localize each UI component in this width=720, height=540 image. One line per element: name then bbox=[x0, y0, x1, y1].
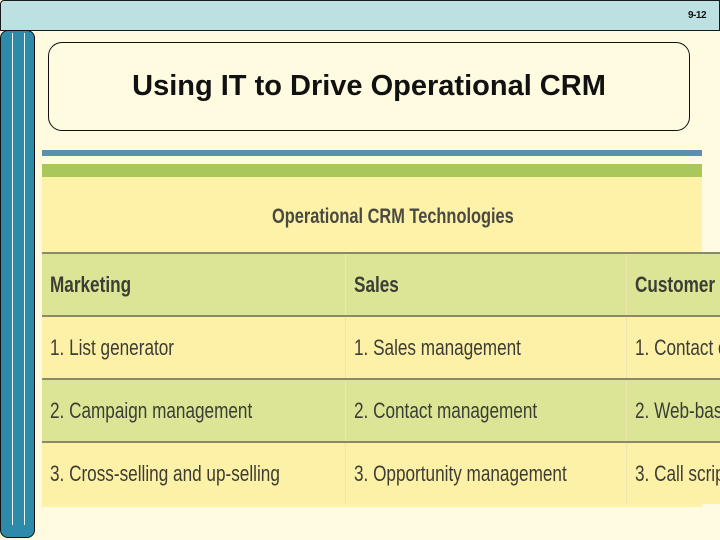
table-row: 1. List generator 1. Sales management 1.… bbox=[42, 316, 720, 379]
left-bar-stripe bbox=[12, 33, 13, 525]
cell-text: 2. Campaign management bbox=[50, 397, 253, 423]
figure-title: Operational CRM Technologies bbox=[272, 205, 514, 228]
column-header-label: Marketing bbox=[50, 271, 132, 297]
cell-text: 2. Contact management bbox=[353, 397, 537, 423]
table-row: 3. Cross-selling and up-selling 3. Oppor… bbox=[42, 442, 720, 504]
table-cell: 3. Call scripting bbox=[626, 442, 720, 504]
green-divider-rule bbox=[42, 164, 702, 177]
table-row: 2. Campaign management 2. Contact manage… bbox=[42, 379, 720, 442]
slide-number: 9-12 bbox=[687, 10, 707, 21]
cell-text: 1. Sales management bbox=[353, 334, 521, 360]
cell-text: 3. Call scripting bbox=[635, 460, 720, 486]
table-cell: 3. Opportunity management bbox=[344, 442, 627, 504]
column-header-sales: Sales bbox=[344, 253, 627, 316]
column-header-customer-service: Customer Service bbox=[626, 253, 720, 316]
left-bar-stripe bbox=[24, 33, 25, 525]
left-decorative-bar bbox=[0, 30, 35, 538]
table-header-row: Marketing Sales Customer Service bbox=[42, 253, 720, 316]
table-cell: 1. List generator bbox=[42, 316, 345, 379]
table-cell: 2. Campaign management bbox=[42, 379, 345, 442]
column-header-marketing: Marketing bbox=[42, 253, 345, 316]
column-header-label: Sales bbox=[353, 271, 399, 297]
slide-header-bar: 9-12 bbox=[0, 0, 720, 31]
column-header-label: Customer Service bbox=[635, 271, 720, 297]
slide-title: Using IT to Drive Operational CRM bbox=[132, 70, 606, 102]
blue-divider-rule bbox=[42, 150, 702, 156]
table-cell: 2. Contact management bbox=[344, 379, 627, 442]
cell-text: 1. Contact center bbox=[635, 334, 720, 360]
title-box: Using IT to Drive Operational CRM bbox=[48, 42, 690, 131]
figure-panel: Operational CRM Technologies Marketing S… bbox=[42, 177, 720, 507]
table-cell: 1. Sales management bbox=[344, 316, 627, 379]
table-cell: 1. Contact center bbox=[626, 316, 720, 379]
cell-text: 3. Cross-selling and up-selling bbox=[50, 460, 280, 486]
crm-technologies-table: Marketing Sales Customer Service 1. List… bbox=[42, 252, 720, 504]
cell-text: 3. Opportunity management bbox=[353, 460, 567, 486]
cell-text: 2. Web-based self-service bbox=[635, 397, 720, 423]
cell-text: 1. List generator bbox=[50, 334, 175, 360]
table-cell: 3. Cross-selling and up-selling bbox=[42, 442, 345, 504]
table-cell: 2. Web-based self-service bbox=[626, 379, 720, 442]
